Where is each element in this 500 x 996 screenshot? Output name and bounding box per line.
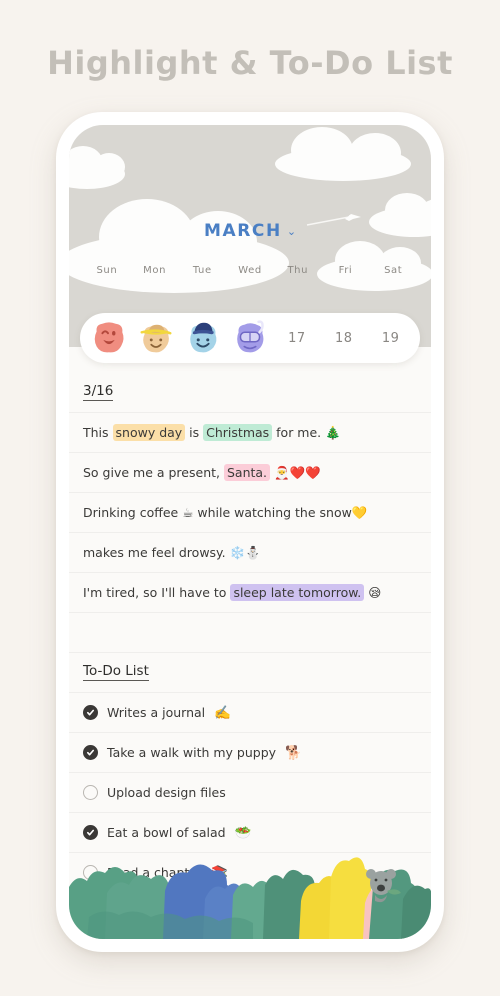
journal-line[interactable]: makes me feel drowsy. ❄️⛄ (69, 533, 431, 573)
cloud-icon (69, 146, 125, 189)
journal-line[interactable]: So give me a present, Santa. 🎅❤️❤️ (69, 453, 431, 493)
face-sticker-strawhat-icon (140, 324, 172, 353)
weekday-label-fri: Fri (338, 265, 353, 276)
journal-line-empty[interactable] (69, 613, 431, 653)
checkbox-checked-icon[interactable] (83, 745, 98, 760)
journal-line-text: Drinking coffee ☕ while watching the sno… (83, 504, 368, 520)
face-sticker-wink-icon (95, 322, 124, 353)
journal-line[interactable]: This snowy day is Christmas for me. 🎄 (69, 413, 431, 453)
day-cell-sticker-2[interactable] (133, 313, 180, 363)
checkbox-checked-icon[interactable] (83, 705, 98, 720)
day-number: 17 (288, 330, 306, 346)
journal-line-text: makes me feel drowsy. ❄️⛄ (83, 544, 261, 560)
weekday-label-thu: Thu (287, 265, 309, 276)
screenshot-root: Highlight & To-Do List MARCH ⌄ Sun Mon T… (0, 0, 500, 996)
todo-item-label: Upload design files (107, 785, 226, 800)
todo-item-label: Eat a bowl of salad (107, 825, 226, 840)
page-title: Highlight & To-Do List (47, 44, 453, 82)
phone-frame: MARCH ⌄ Sun Mon Tue Wed Thu Fri Sat 17 1… (56, 112, 444, 952)
checkbox-unchecked-icon[interactable] (83, 785, 98, 800)
day-cell-date-17[interactable]: 17 (273, 313, 320, 363)
forest-illustration (69, 857, 431, 939)
weekday-header: Sun Mon Tue Wed Thu Fri Sat (69, 265, 431, 276)
journal-date-row[interactable]: 3/16 (69, 373, 431, 413)
todo-item[interactable]: Writes a journal ✍️ (69, 693, 431, 733)
journal-line-text: So give me a present, Santa. 🎅❤️❤️ (83, 463, 321, 481)
chevron-down-icon[interactable]: ⌄ (287, 226, 296, 237)
todo-item[interactable]: Upload design files (69, 773, 431, 813)
face-sticker-cap-icon (190, 322, 217, 353)
cloud-icon (275, 127, 411, 181)
weekday-label-wed: Wed (238, 265, 262, 276)
day-cell-sticker-3[interactable] (180, 313, 227, 363)
face-sticker-snorkel-icon (237, 320, 264, 353)
journal-line[interactable]: I'm tired, so I'll have to sleep late to… (69, 573, 431, 613)
journal-line-text: This snowy day is Christmas for me. 🎄 (83, 423, 341, 441)
todo-heading-row[interactable]: To-Do List (69, 653, 431, 693)
day-number: 18 (334, 330, 353, 346)
weekday-label-mon: Mon (143, 265, 167, 276)
journal-line[interactable]: Drinking coffee ☕ while watching the sno… (69, 493, 431, 533)
todo-list-heading: To-Do List (83, 663, 149, 682)
month-label: MARCH (203, 221, 282, 241)
weekday-label-tue: Tue (192, 265, 212, 276)
day-strip[interactable]: 17 18 19 (80, 313, 420, 363)
day-cell-date-19[interactable]: 19 (367, 313, 414, 363)
todo-item-emoji: ✍️ (214, 704, 232, 721)
journal-date-heading: 3/16 (83, 383, 114, 402)
weekday-label-sat: Sat (384, 265, 403, 276)
cloud-icon (69, 199, 289, 293)
checkbox-checked-icon[interactable] (83, 825, 98, 840)
phone-screen: MARCH ⌄ Sun Mon Tue Wed Thu Fri Sat 17 1… (69, 125, 431, 939)
day-number: 19 (381, 330, 400, 346)
todo-item-emoji: 🐕 (285, 744, 303, 761)
todo-item-label: Take a walk with my puppy (107, 745, 277, 760)
todo-item-label: Writes a journal (107, 705, 206, 720)
todo-item[interactable]: Take a walk with my puppy 🐕 (69, 733, 431, 773)
weekday-label-sun: Sun (96, 265, 118, 276)
day-cell-sticker-1[interactable] (86, 313, 133, 363)
day-cell-date-18[interactable]: 18 (320, 313, 367, 363)
month-selector[interactable]: MARCH ⌄ (69, 221, 431, 241)
journal-line-text: I'm tired, so I'll have to sleep late to… (83, 584, 382, 601)
day-cell-sticker-4[interactable] (227, 313, 274, 363)
todo-item-emoji: 🥗 (234, 824, 252, 841)
